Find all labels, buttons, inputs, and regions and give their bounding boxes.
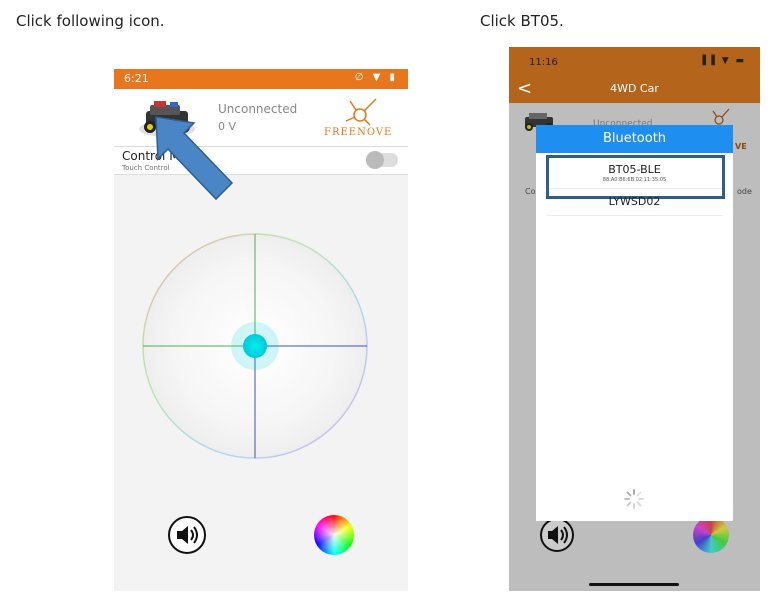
- bg-brand-fragment: VE: [735, 142, 747, 151]
- status-bar: 6:21 ∅ ▼ ▮: [114, 69, 408, 89]
- home-indicator: [589, 583, 679, 586]
- control-mode-toggle[interactable]: [366, 151, 398, 169]
- pointer-arrow-icon: [155, 116, 234, 201]
- color-wheel-icon[interactable]: [314, 515, 354, 555]
- status-time: 11:16: [529, 57, 558, 68]
- status-time: 6:21: [124, 72, 149, 85]
- left-caption: Click following icon.: [16, 12, 165, 30]
- status-icons: ▐▐ ▼ ▬: [699, 56, 746, 66]
- bg-right-fragment: ode: [737, 187, 752, 196]
- toggle-knob: [366, 151, 384, 169]
- right-caption: Click BT05.: [480, 12, 564, 30]
- nav-bar: < 4WD Car: [509, 75, 760, 103]
- loading-spinner-icon: [624, 489, 644, 509]
- brand-name: FREENOVE: [324, 127, 393, 138]
- color-wheel-icon: [693, 517, 729, 553]
- right-phone-screenshot: 11:16 ▐▐ ▼ ▬ < 4WD Car Unconnected VE Co…: [509, 47, 760, 591]
- device-name: LYWSD02: [608, 195, 661, 208]
- status-bar: 11:16 ▐▐ ▼ ▬: [509, 47, 760, 75]
- joystick-pad[interactable]: [142, 233, 368, 459]
- speaker-icon: [540, 518, 574, 552]
- nav-title: 4WD Car: [610, 82, 659, 95]
- dialog-title: Bluetooth: [536, 125, 733, 153]
- bg-left-fragment: Co: [525, 187, 536, 196]
- left-phone-screenshot: 6:21 ∅ ▼ ▮ Unconnected 0 V FREENOVE Cont…: [114, 69, 408, 591]
- device-item-lywsd02[interactable]: LYWSD02: [546, 193, 723, 216]
- speaker-icon[interactable]: [167, 515, 207, 555]
- bluetooth-dialog: Bluetooth BT05-BLE 88:A0:B6:6B:02:11:35:…: [536, 125, 733, 521]
- status-icons: ∅ ▼ ▮: [354, 72, 398, 83]
